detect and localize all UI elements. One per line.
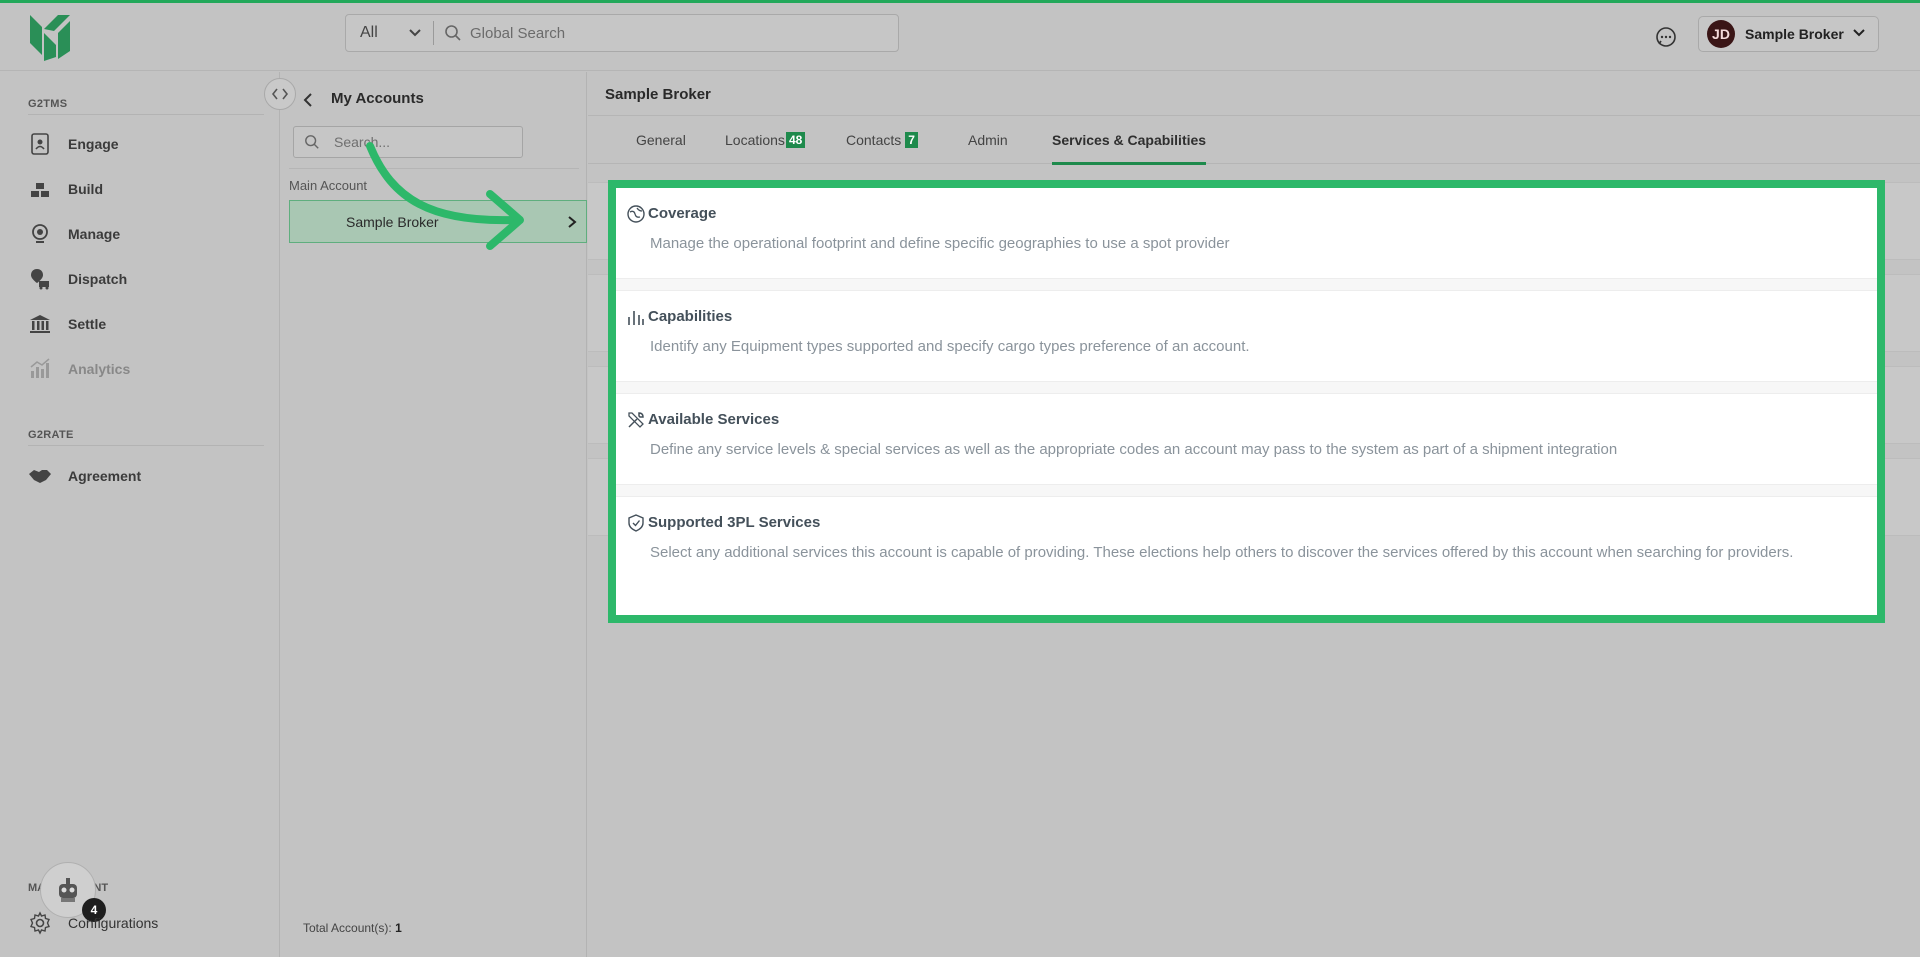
sidebar-item-label: Build <box>68 181 103 197</box>
robot-icon <box>59 878 77 902</box>
card-description: Select any additional services this acco… <box>650 544 1794 561</box>
card-title: Capabilities <box>648 308 733 325</box>
globe-icon <box>627 205 645 223</box>
tab-label: Locations <box>725 132 785 148</box>
page-title: Sample Broker <box>605 86 711 103</box>
accounts-title: My Accounts <box>331 90 424 107</box>
card-separator <box>616 278 1877 291</box>
sidebar-item-settle[interactable]: Settle <box>28 309 264 339</box>
card-title: Supported 3PL Services <box>648 514 821 531</box>
analytics-icon <box>30 358 50 378</box>
card-description: Identify any Equipment types supported a… <box>650 338 1250 355</box>
tools-icon <box>628 412 644 428</box>
card-title: Available Services <box>648 411 780 428</box>
sidebar: G2TMS Engage Build Manage Dispatch Settl… <box>0 72 280 957</box>
gear-icon <box>30 911 50 935</box>
card-coverage[interactable]: Coverage Manage the operational footprin… <box>616 188 1877 278</box>
services-capabilities-highlight: Coverage Manage the operational footprin… <box>608 180 1885 623</box>
chevron-down-icon <box>1853 29 1865 37</box>
sidebar-item-dispatch[interactable]: Dispatch <box>28 264 264 294</box>
tab-general[interactable]: General <box>636 116 686 164</box>
sidebar-collapse-toggle[interactable] <box>264 78 296 110</box>
app-header: All Global Search JD Sample Broker <box>0 3 1920 71</box>
handshake-icon <box>29 470 51 483</box>
shield-check-icon <box>628 514 644 532</box>
sidebar-item-label: Manage <box>68 226 121 242</box>
account-name: Sample Broker <box>346 213 439 230</box>
card-description: Manage the operational footprint and def… <box>650 235 1230 252</box>
chevron-left-icon[interactable] <box>301 92 315 108</box>
code-brackets-icon <box>272 88 288 100</box>
tab-label: General <box>636 132 686 148</box>
card-description: Define any service levels & special serv… <box>650 441 1618 458</box>
chevron-right-icon <box>568 216 577 228</box>
tab-admin[interactable]: Admin <box>968 116 1008 164</box>
account-list-item-selected[interactable]: Sample Broker <box>289 200 587 243</box>
account-group-label: Main Account <box>289 178 368 193</box>
card-separator <box>616 381 1877 394</box>
sidebar-item-label: Configurations <box>68 915 159 931</box>
global-search-bar[interactable]: All Global Search <box>345 14 899 52</box>
build-icon <box>31 183 49 197</box>
sidebar-item-label: Agreement <box>68 468 142 484</box>
tab-locations[interactable]: Locations 48 <box>725 116 806 164</box>
card-capabilities[interactable]: Capabilities Identify any Equipment type… <box>616 291 1877 381</box>
total-accounts: Total Account(s): 1 <box>303 921 402 935</box>
tab-label: Contacts <box>846 132 902 148</box>
sidebar-item-analytics[interactable]: Analytics <box>28 354 264 384</box>
dispatch-icon <box>31 269 49 290</box>
count-badge: 48 <box>785 132 806 148</box>
section-label-g2tms: G2TMS <box>28 98 68 110</box>
section-label-g2rate: G2RATE <box>28 429 74 441</box>
accounts-panel: My Accounts Search... Main Account Sampl… <box>281 72 587 957</box>
count-badge: 7 <box>905 132 918 148</box>
search-icon <box>445 25 461 41</box>
sidebar-item-configurations[interactable]: Configurations <box>28 908 264 938</box>
sidebar-item-agreement[interactable]: Agreement <box>28 461 264 491</box>
chat-icon[interactable] <box>1654 25 1678 49</box>
card-available-services[interactable]: Available Services Define any service le… <box>616 394 1877 484</box>
settle-icon <box>30 315 50 333</box>
manage-icon <box>32 224 48 243</box>
sidebar-item-label: Settle <box>68 316 107 332</box>
sidebar-item-label: Analytics <box>68 361 131 377</box>
tab-contacts[interactable]: Contacts 7 <box>846 116 918 164</box>
card-title: Coverage <box>648 205 717 222</box>
user-name: Sample Broker <box>1745 26 1844 42</box>
tab-bar: General Locations 48 Contacts 7 Admin Serv… <box>588 116 1920 165</box>
global-search-input[interactable]: Global Search <box>470 25 565 42</box>
card-supported-3pl-services[interactable]: Supported 3PL Services Select any additi… <box>616 497 1877 615</box>
tab-label: Admin <box>968 132 1008 148</box>
total-accounts-label: Total Account(s): <box>303 921 392 935</box>
card-separator <box>616 484 1877 497</box>
bar-chart-icon <box>628 311 644 325</box>
chevron-down-icon <box>409 29 421 37</box>
tab-label: Services & Capabilities <box>1052 132 1207 148</box>
app-logo[interactable] <box>28 11 72 63</box>
sidebar-item-build[interactable]: Build <box>28 174 264 204</box>
sidebar-item-label: Dispatch <box>68 271 128 287</box>
tab-services-capabilities[interactable]: Services & Capabilities <box>1052 116 1207 165</box>
user-menu[interactable]: JD Sample Broker <box>1698 16 1879 52</box>
accounts-search-input[interactable]: Search... <box>293 126 523 158</box>
engage-icon <box>31 133 49 155</box>
search-scope-label: All <box>360 24 378 41</box>
search-scope-select[interactable]: All <box>346 21 434 45</box>
section-divider <box>28 114 264 115</box>
sidebar-item-engage[interactable]: Engage <box>28 129 264 159</box>
section-divider <box>28 445 264 446</box>
sidebar-item-label: Engage <box>68 136 119 152</box>
avatar: JD <box>1707 20 1735 48</box>
accounts-search-placeholder: Search... <box>334 134 391 150</box>
divider <box>289 168 579 169</box>
search-icon <box>305 135 319 149</box>
total-accounts-value: 1 <box>395 921 402 935</box>
sidebar-item-manage[interactable]: Manage <box>28 219 264 249</box>
